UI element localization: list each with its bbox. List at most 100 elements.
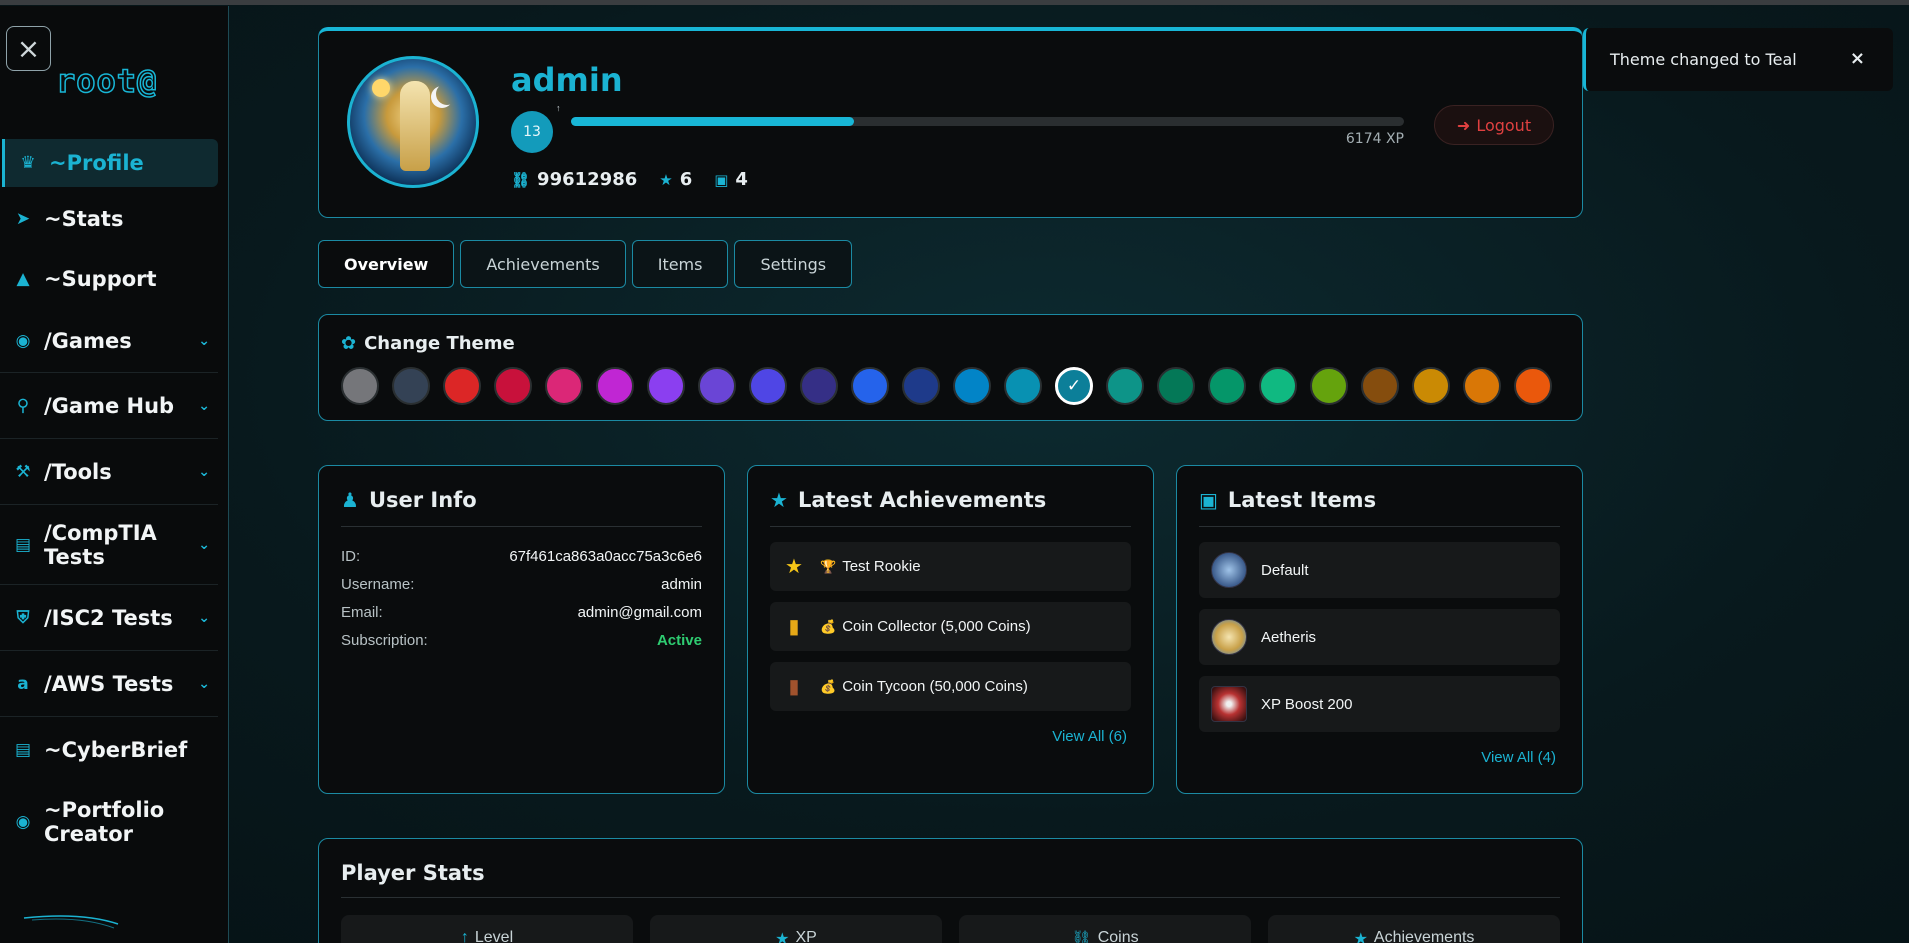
brand-logo[interactable]: root@ [55, 61, 157, 101]
sidebar-item-portfolio-creator[interactable]: ◉ ~Portfolio Creator [0, 783, 218, 861]
theme-swatch[interactable] [545, 367, 583, 405]
tab-settings[interactable]: Settings [734, 240, 853, 288]
view-all-achievements-link[interactable]: View All (6) [1052, 728, 1127, 745]
xp-total: 6174 XP [1345, 131, 1404, 147]
sidebar-item-cyberbrief[interactable]: ▤ ~CyberBrief [0, 717, 218, 783]
sidebar-item-label: /Games [44, 328, 132, 353]
newspaper-icon: ▤ [14, 740, 32, 760]
theme-swatch[interactable] [1055, 367, 1093, 405]
sidebar-item-label: ~Stats [44, 207, 124, 231]
theme-swatch[interactable] [1514, 367, 1552, 405]
logout-label: Logout [1476, 115, 1532, 135]
xp-progress-bar [571, 117, 1404, 126]
theme-swatch[interactable] [1157, 367, 1195, 405]
level-badge: 13 [511, 111, 553, 153]
stat-tile-coins: ⛓ Coins [959, 915, 1251, 943]
sidebar-item-stats[interactable]: ➤ ~Stats [0, 189, 218, 249]
sidebar-item-label: /ISC2 Tests [44, 605, 173, 630]
sidebar: × root@ ♛ ~Profile ➤ ~Stats ▲ ~Support ◉… [0, 6, 229, 943]
stat-tile-level: ↑ Level [341, 915, 633, 943]
award-icon: ⚲ [16, 395, 30, 416]
sidebar-item-isc2-tests[interactable]: ⛨ /ISC2 Tests ⌄ [0, 585, 218, 651]
sidebar-item-tools[interactable]: ⚒ /Tools ⌄ [0, 439, 218, 505]
amazon-icon: a [17, 673, 29, 694]
theme-swatch[interactable] [698, 367, 736, 405]
tab-achievements[interactable]: Achievements [460, 240, 626, 288]
wizard-figure [400, 81, 430, 171]
trophy-icon: ★ [785, 556, 803, 578]
user-info-row-username: Username: admin [341, 576, 702, 593]
user-icon: ♟ [341, 488, 359, 512]
profile-stats-row: ⛓ 99612986 ★ 6 ▣ 4 [511, 169, 748, 190]
sidebar-item-game-hub[interactable]: ⚲ /Game Hub ⌄ [0, 373, 218, 439]
item-entry[interactable]: Aetheris [1199, 609, 1560, 665]
coins-stat: ⛓ 99612986 [511, 169, 637, 190]
trophy-icon: ★ [1353, 931, 1368, 943]
achievement-item[interactable]: ▮ 💰 Coin Collector (5,000 Coins) [770, 602, 1131, 651]
stat-tile-label: Coins [1097, 929, 1139, 943]
sidebar-item-comptia-tests[interactable]: ▤ /CompTIA Tests ⌄ [0, 505, 218, 585]
theme-swatch[interactable] [953, 367, 991, 405]
theme-swatch[interactable] [392, 367, 430, 405]
player-stats-tiles: ↑ Level ★ XP ⛓ Coins ★ Achievements [341, 915, 1560, 943]
user-info-value: admin@gmail.com [577, 604, 702, 621]
level-up-caret: ↑ [556, 103, 561, 113]
sidebar-nav: ♛ ~Profile ➤ ~Stats ▲ ~Support ◉ /Games … [0, 139, 218, 861]
sidebar-item-profile[interactable]: ♛ ~Profile [2, 139, 218, 187]
latest-items-card: ▣ Latest Items Default Aetheris XP Boost… [1176, 465, 1583, 794]
theme-swatch[interactable] [647, 367, 685, 405]
theme-swatch[interactable] [800, 367, 838, 405]
theme-swatch[interactable] [1310, 367, 1348, 405]
sidebar-close-button[interactable]: × [6, 26, 51, 71]
trophy-icon: ★ [770, 488, 788, 512]
user-info-title: ♟ User Info [341, 488, 702, 527]
coins-icon: ⛓ [1071, 931, 1092, 943]
theme-swatch[interactable] [341, 367, 379, 405]
theme-swatch[interactable] [1106, 367, 1144, 405]
chevron-down-icon: ⌄ [198, 332, 210, 349]
item-entry[interactable]: Default [1199, 542, 1560, 598]
toast-notification: Theme changed to Teal × [1583, 28, 1893, 91]
user-info-key: Username: [341, 576, 415, 593]
theme-swatch[interactable] [851, 367, 889, 405]
tab-overview[interactable]: Overview [318, 240, 455, 288]
item-thumbnail [1211, 552, 1247, 588]
theme-swatch[interactable] [902, 367, 940, 405]
theme-swatch[interactable] [1004, 367, 1042, 405]
trophy-icon: ★ [659, 170, 673, 189]
github-icon: ◉ [15, 812, 31, 832]
profile-header-card: admin 13 ↑ 6174 XP ⛓ 99612986 ★ 6 ▣ 4 ➜ Log… [318, 27, 1583, 218]
user-info-value: admin [661, 576, 702, 593]
achievement-item[interactable]: ★ 🏆 Test Rookie [770, 542, 1131, 591]
toast-message: Theme changed to Teal [1610, 50, 1797, 69]
theme-swatch[interactable] [749, 367, 787, 405]
sidebar-item-label: ~CyberBrief [44, 738, 188, 762]
theme-swatch[interactable] [443, 367, 481, 405]
theme-swatch[interactable] [1412, 367, 1450, 405]
logout-button[interactable]: ➜ Logout [1434, 105, 1554, 145]
theme-swatch[interactable] [1259, 367, 1297, 405]
item-label: XP Boost 200 [1261, 695, 1353, 713]
achievements-stat: ★ 6 [659, 169, 692, 190]
sidebar-item-games[interactable]: ◉ /Games ⌄ [0, 309, 218, 373]
view-all-items-link[interactable]: View All (4) [1481, 749, 1556, 766]
achievement-item[interactable]: ▮ 💰 Coin Tycoon (50,000 Coins) [770, 662, 1131, 711]
theme-swatch[interactable] [1361, 367, 1399, 405]
chevron-down-icon: ⌄ [198, 609, 210, 626]
subscription-status: Active [656, 632, 702, 649]
theme-swatch[interactable] [494, 367, 532, 405]
tab-items[interactable]: Items [631, 240, 729, 288]
theme-swatch[interactable] [1463, 367, 1501, 405]
theme-swatch[interactable] [1208, 367, 1246, 405]
xp-progress-fill [571, 117, 855, 126]
sidebar-item-support[interactable]: ▲ ~Support [0, 249, 218, 309]
theme-swatch[interactable] [596, 367, 634, 405]
theme-title-text: Change Theme [364, 333, 515, 354]
sidebar-item-aws-tests[interactable]: a /AWS Tests ⌄ [0, 651, 218, 717]
toast-close-button[interactable]: × [1850, 48, 1865, 69]
latest-achievements-title: ★ Latest Achievements [770, 488, 1131, 527]
achievement-emoji: 💰 [820, 678, 837, 694]
achievements-value: 6 [679, 169, 693, 190]
item-entry[interactable]: XP Boost 200 [1199, 676, 1560, 732]
user-info-card: ♟ User Info ID: 67f461ca863a0acc75a3c6e6… [318, 465, 725, 794]
